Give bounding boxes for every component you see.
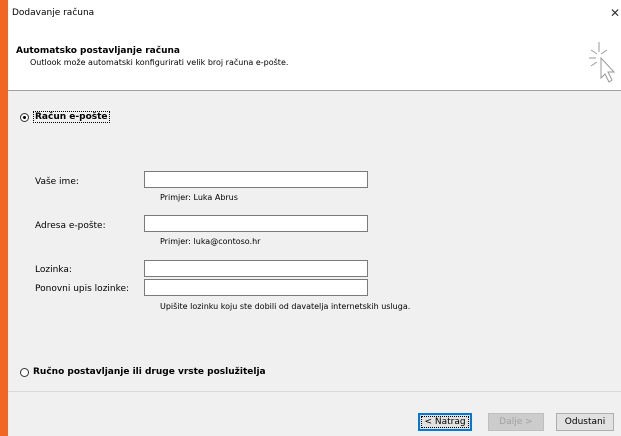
retype-password-label: Ponovni upis lozinke: xyxy=(35,284,130,294)
wizard-sparkle-icon xyxy=(589,42,616,83)
email-account-option-label: Račun e-pošte xyxy=(33,111,110,123)
close-icon[interactable]: ✕ xyxy=(609,4,621,22)
back-button-label: < Natrag xyxy=(421,416,469,428)
password-hint: Upišite lozinku koju ste dobili od davat… xyxy=(160,302,411,311)
radio-checked-icon xyxy=(20,112,29,122)
title-bar: Dodavanje računa ✕ xyxy=(8,0,621,26)
setup-options-area: Račun e-pošte Vaše ime: Primjer: Luka Ab… xyxy=(8,91,621,391)
header-panel: Automatsko postavljanje računa Outlook m… xyxy=(8,26,621,88)
manual-setup-radio[interactable]: Ručno postavljanje ili druge vrste poslu… xyxy=(20,367,266,377)
email-input[interactable] xyxy=(144,215,368,232)
password-input[interactable] xyxy=(144,260,368,277)
button-bar: < Natrag Dalje > Odustani xyxy=(8,391,621,436)
window-title: Dodavanje računa xyxy=(12,8,95,18)
name-label: Vaše ime: xyxy=(35,177,79,187)
email-account-radio[interactable]: Račun e-pošte xyxy=(20,111,110,123)
cancel-button[interactable]: Odustani xyxy=(556,413,614,431)
add-account-dialog: Dodavanje računa ✕ Automatsko postavljan… xyxy=(8,0,621,436)
manual-setup-option-label: Ručno postavljanje ili druge vrste poslu… xyxy=(33,367,266,377)
footer-divider xyxy=(8,391,621,392)
header-subtitle: Outlook može automatski konfigurirati ve… xyxy=(30,58,289,67)
next-button-label: Dalje > xyxy=(499,417,533,427)
email-hint: Primjer: luka@contoso.hr xyxy=(160,237,261,246)
retype-password-input[interactable] xyxy=(144,279,368,296)
radio-unchecked-icon xyxy=(20,367,29,377)
password-label: Lozinka: xyxy=(35,265,72,275)
back-button[interactable]: < Natrag xyxy=(418,413,472,431)
next-button[interactable]: Dalje > xyxy=(488,413,544,431)
email-label: Adresa e-pošte: xyxy=(35,221,106,231)
header-title: Automatsko postavljanje računa xyxy=(16,46,180,56)
cancel-button-label: Odustani xyxy=(564,417,606,427)
name-hint: Primjer: Luka Abrus xyxy=(160,193,238,202)
name-input[interactable] xyxy=(144,171,368,188)
